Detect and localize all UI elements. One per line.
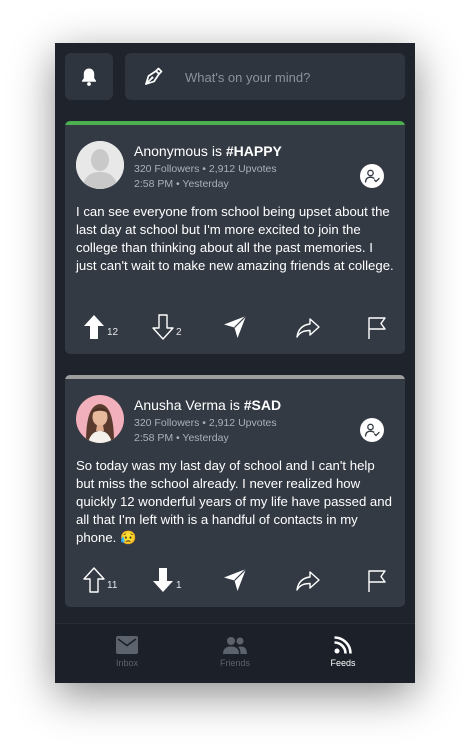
bottom-nav: Inbox Friends Feeds: [55, 623, 415, 683]
post-stats: 320 Followers • 2,912 Upvotes: [134, 417, 277, 429]
nav-item-friends[interactable]: Friends: [195, 636, 275, 668]
avatar[interactable]: [76, 395, 124, 443]
post-card: Anusha Verma is #SAD 320 Followers • 2,9…: [65, 375, 405, 607]
downvote-count: 2: [176, 327, 182, 338]
post-stats: 320 Followers • 2,912 Upvotes: [134, 163, 277, 175]
arrow-down-outline-icon: [152, 314, 174, 340]
add-friend-icon: [364, 169, 380, 183]
report-button[interactable]: [366, 310, 388, 340]
mail-icon: [116, 636, 138, 654]
post-author[interactable]: Anusha Verma: [134, 397, 226, 413]
nav-label: Inbox: [115, 658, 139, 668]
share-button[interactable]: [295, 563, 321, 593]
top-bar: [55, 43, 415, 113]
share-icon: [296, 318, 320, 338]
rss-icon: [334, 636, 352, 654]
compose-input[interactable]: [183, 65, 397, 89]
anonymous-avatar-icon: [76, 141, 124, 189]
post-connector: is: [229, 397, 240, 413]
upvote-button[interactable]: 11: [83, 563, 117, 593]
follow-button[interactable]: [360, 164, 384, 188]
downvote-button[interactable]: 2: [152, 310, 182, 340]
send-icon: [224, 568, 247, 591]
arrow-down-filled-icon: [153, 568, 173, 592]
report-button[interactable]: [366, 563, 388, 593]
app-screen: Anonymous is #HAPPY 320 Followers • 2,91…: [55, 43, 415, 683]
nav-item-inbox[interactable]: Inbox: [87, 636, 167, 668]
post-connector: is: [211, 143, 222, 159]
downvote-count: 1: [176, 580, 182, 591]
post-author[interactable]: Anonymous: [134, 143, 208, 159]
notifications-button[interactable]: [65, 53, 113, 100]
pen-icon: [145, 67, 163, 85]
nav-item-feeds[interactable]: Feeds: [303, 636, 383, 668]
upvote-button[interactable]: 12: [83, 310, 118, 340]
post-actions: 12 2: [65, 310, 405, 344]
post-body: So today was my last day of school and I…: [76, 458, 392, 545]
share-icon: [296, 571, 320, 591]
post-mood-accent: [65, 121, 405, 125]
nav-label: Friends: [219, 658, 250, 668]
post-timestamp: 2:58 PM • Yesterday: [134, 178, 229, 190]
upvote-count: 11: [107, 580, 118, 591]
send-button[interactable]: [222, 563, 248, 593]
post-actions: 11 1: [65, 563, 405, 597]
compose-box[interactable]: [125, 53, 405, 100]
bell-icon: [82, 68, 96, 86]
nav-label: Feeds: [330, 658, 356, 668]
add-friend-icon: [364, 423, 380, 437]
people-icon: [223, 637, 247, 654]
send-button[interactable]: [222, 310, 248, 340]
arrow-up-outline-icon: [83, 567, 105, 593]
avatar[interactable]: [76, 141, 124, 189]
follow-button[interactable]: [360, 418, 384, 442]
post-mood[interactable]: #HAPPY: [226, 143, 282, 159]
post-author-line: Anonymous is #HAPPY: [134, 143, 282, 159]
arrow-up-filled-icon: [84, 315, 104, 339]
upvote-count: 12: [107, 327, 119, 338]
share-button[interactable]: [295, 310, 321, 340]
post-timestamp: 2:58 PM • Yesterday: [134, 432, 229, 444]
flag-icon: [368, 570, 386, 592]
downvote-button[interactable]: 1: [152, 563, 182, 593]
send-icon: [224, 315, 247, 338]
post-mood[interactable]: #SAD: [244, 397, 281, 413]
post-card: Anonymous is #HAPPY 320 Followers • 2,91…: [65, 121, 405, 354]
user-photo-avatar: [76, 395, 124, 443]
post-body: I can see everyone from school being ups…: [76, 204, 394, 273]
post-author-line: Anusha Verma is #SAD: [134, 397, 281, 413]
flag-icon: [368, 317, 386, 339]
post-mood-accent: [65, 375, 405, 379]
